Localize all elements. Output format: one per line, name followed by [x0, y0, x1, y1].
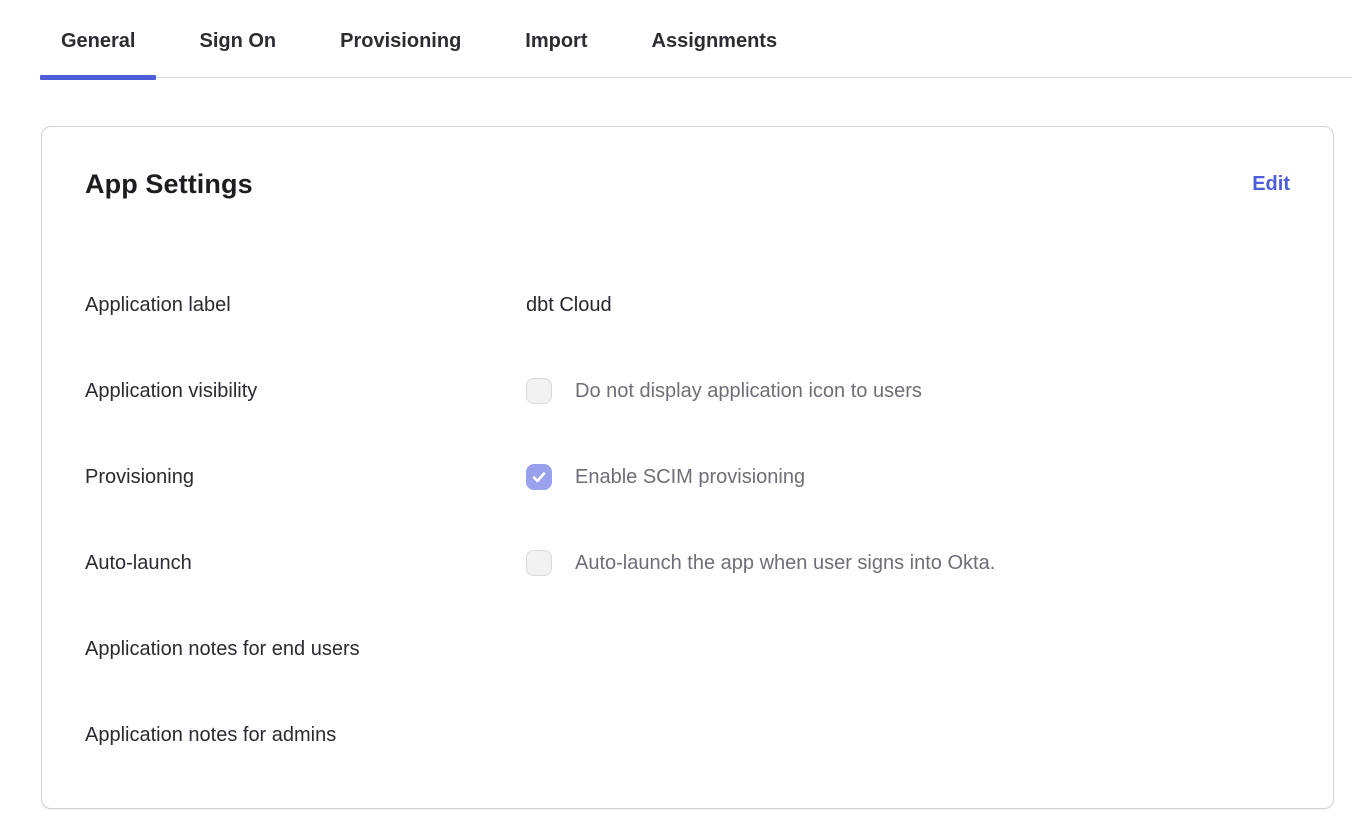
row-provisioning: Provisioning Enable SCIM provisioning: [85, 463, 1290, 491]
row-label: Application notes for end users: [85, 635, 526, 663]
card-title: App Settings: [85, 167, 253, 201]
row-label: Application visibility: [85, 377, 526, 405]
checkmark-icon: [531, 469, 547, 485]
app-tabbar: General Sign On Provisioning Import Assi…: [40, 18, 1352, 78]
scim-provisioning-checkbox[interactable]: [526, 464, 552, 490]
tab-general[interactable]: General: [40, 18, 156, 77]
row-label: Auto-launch: [85, 549, 526, 577]
row-label: Application label: [85, 291, 526, 319]
application-visibility-checkbox[interactable]: [526, 378, 552, 404]
settings-rows: Application label dbt Cloud Application …: [85, 291, 1290, 749]
card-header: App Settings Edit: [85, 167, 1290, 201]
row-label: Application notes for admins: [85, 721, 526, 749]
row-label: Provisioning: [85, 463, 526, 491]
row-notes-admins: Application notes for admins: [85, 721, 1290, 749]
tab-sign-on[interactable]: Sign On: [178, 18, 297, 77]
auto-launch-checkbox[interactable]: [526, 550, 552, 576]
edit-button[interactable]: Edit: [1252, 167, 1290, 201]
checkbox-label: Do not display application icon to users: [575, 377, 922, 405]
application-label-value: dbt Cloud: [526, 291, 612, 319]
checkbox-label: Enable SCIM provisioning: [575, 463, 805, 491]
row-notes-end-users: Application notes for end users: [85, 635, 1290, 663]
row-auto-launch: Auto-launch Auto-launch the app when use…: [85, 549, 1290, 577]
checkbox-label: Auto-launch the app when user signs into…: [575, 549, 995, 577]
tab-import[interactable]: Import: [504, 18, 608, 77]
app-settings-card: App Settings Edit Application label dbt …: [41, 126, 1334, 809]
tab-provisioning[interactable]: Provisioning: [319, 18, 482, 77]
row-application-label: Application label dbt Cloud: [85, 291, 1290, 319]
row-application-visibility: Application visibility Do not display ap…: [85, 377, 1290, 405]
tab-assignments[interactable]: Assignments: [631, 18, 799, 77]
